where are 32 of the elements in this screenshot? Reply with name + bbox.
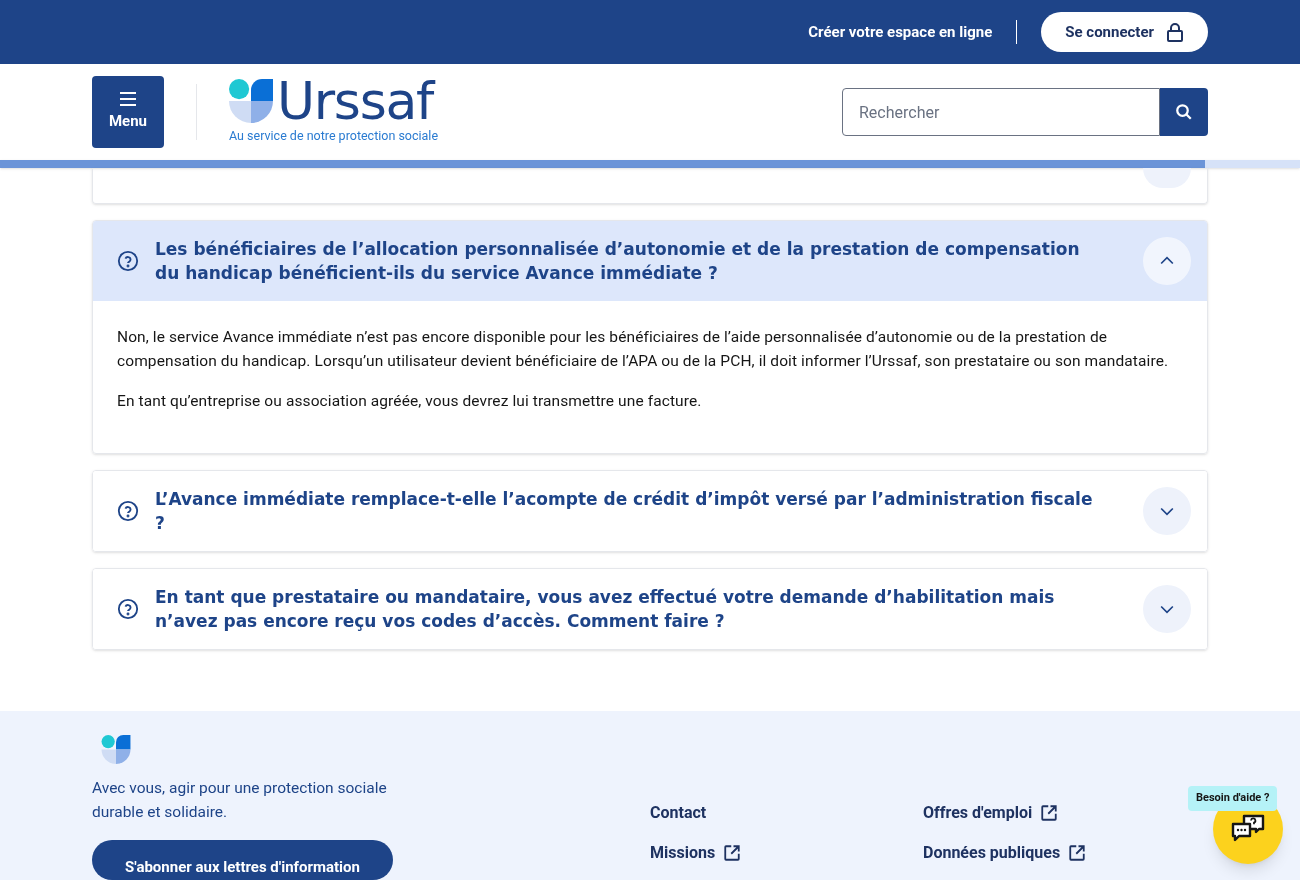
footer-link[interactable]: Contact <box>650 803 707 823</box>
external-link-icon <box>1040 804 1059 822</box>
question-icon <box>117 598 139 620</box>
answer-paragraph: Non, le service Avance immédiate n’est pas encore disponible pour les bénéficiaires de l’aide personnalisée d’autonomie ou de la prestation de compensation du handicap. Lorsqu’un utilisateur devient bénéficiaire de l’APA ou de la PCH, il doit informer l’Urssaf, son prestataire ou son mandataire. <box>117 327 1170 372</box>
footer-link[interactable]: Données publiques <box>923 843 1087 863</box>
search-icon <box>1175 103 1193 121</box>
menu-button[interactable]: Menu <box>92 76 164 148</box>
tagline: Au service de notre protection sociale <box>229 126 439 145</box>
faq-question[interactable]: En tant que prestataire ou mandataire, vous avez effectué votre demande d’habilitation mais n’avez pas encore reçu vos codes d’accès. Comment faire ? <box>93 569 1207 649</box>
external-link-icon <box>723 844 742 862</box>
help-tooltip: Besoin d'aide ? <box>1188 786 1278 811</box>
logo-wordmark: Urssaf <box>277 78 433 123</box>
faq-question[interactable]: L’Avance immédiate remplace-t-elle l’acompte de crédit d’impôt versé par l’administration fiscale ? <box>93 471 1207 551</box>
footer-link[interactable]: Missions <box>650 843 742 863</box>
external-link-icon <box>1068 844 1087 862</box>
search-button[interactable] <box>1160 88 1208 136</box>
question-icon <box>117 250 139 272</box>
menu-icon <box>120 91 136 106</box>
question-text: Les bénéficiaires de l’allocation personnalisée d’autonomie et de la prestation de compensation du handicap bénéficient-ils du service Avance immédiate ? <box>155 238 1081 285</box>
footer-slogan: Avec vous, agir pour une protection sociale durable et solidaire. <box>92 777 388 823</box>
search-field[interactable]: Rechercher <box>842 88 1160 136</box>
answer-paragraph: En tant qu’entreprise ou association agréée, vous devrez lui transmettre une facture. <box>117 391 703 412</box>
create-account-link[interactable]: Créer votre espace en ligne <box>808 20 993 44</box>
subscribe-button[interactable]: S'abonner aux lettres d'information <box>92 839 393 880</box>
login-button[interactable]: Se connecter <box>1041 12 1208 52</box>
question-icon <box>117 500 139 522</box>
logo-icon <box>229 78 273 123</box>
faq-question[interactable]: Les bénéficiaires de l’allocation personnalisée d’autonomie et de la prestation de compensation du handicap bénéficient-ils du service Avance immédiate ? <box>93 221 1207 301</box>
question-text: L’Avance immédiate remplace-t-elle l’acompte de crédit d’impôt versé par l’administration fiscale ? <box>155 488 1094 535</box>
lock-icon <box>1166 22 1184 42</box>
question-text: En tant que prestataire ou mandataire, vous avez effectué votre demande d’habilitation mais n’avez pas encore reçu vos codes d’accès. Comment faire ? <box>155 586 1056 633</box>
footer-link[interactable]: Offres d'emploi <box>923 803 1059 823</box>
